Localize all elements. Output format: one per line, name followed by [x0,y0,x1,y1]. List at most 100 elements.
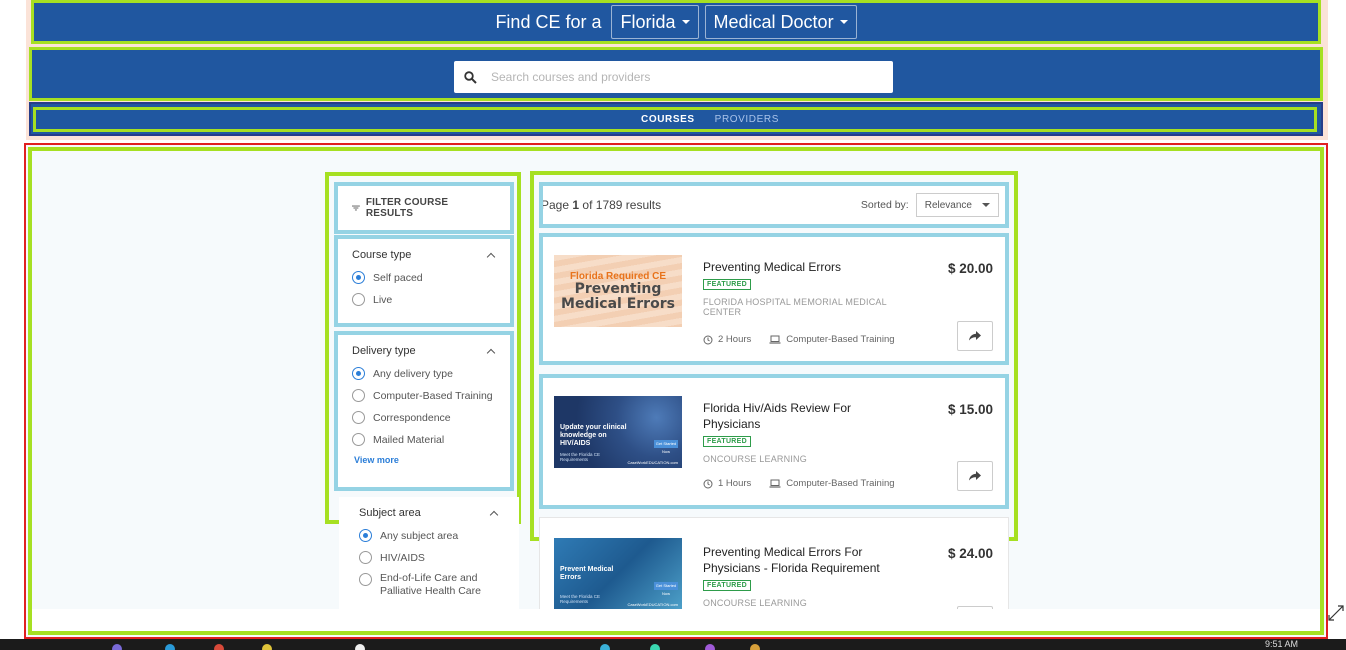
radio-hiv-aids[interactable]: HIV/AIDS [359,551,499,564]
filter-title: FILTER COURSE RESULTS [365,197,449,219]
provider-name[interactable]: FLORIDA HOSPITAL MEMORIAL MEDICAL CENTER [703,297,903,317]
course-format: Computer-Based Training [786,478,895,489]
course-price: $ 20.00 [947,261,993,276]
laptop-icon [769,479,781,488]
radio-unchecked-icon[interactable] [352,293,365,306]
thumb-title-line1: Preventing [574,280,662,297]
radio-label: Live [373,293,393,306]
radio-checked-icon[interactable] [352,271,365,284]
share-button[interactable] [957,321,993,351]
course-hours: 2 Hours [718,334,752,345]
chevron-up-icon [486,252,496,261]
thumb-button-graphic: Get Started Now [654,582,678,596]
resize-icon[interactable] [1327,604,1345,622]
radio-checked-icon[interactable] [359,529,372,542]
radio-mailed-material[interactable]: Mailed Material [352,433,496,446]
provider-name[interactable]: ONCOURSE LEARNING [703,598,903,608]
sort-value: Relevance [924,199,972,211]
radio-self-paced[interactable]: Self paced [352,271,496,284]
page-number: 1 [572,198,580,212]
taskbar-app-icon[interactable] [600,644,610,650]
course-thumbnail[interactable]: Update your clinical knowledge on HIV/AI… [554,396,682,468]
radio-label: Correspondence [373,411,451,424]
tab-providers[interactable]: PROVIDERS [715,114,779,125]
taskbar-app-icon[interactable] [112,644,122,650]
course-title[interactable]: Preventing Medical Errors [703,259,893,275]
taskbar-app-icon[interactable] [355,644,365,650]
taskbar-app-icon[interactable] [262,644,272,650]
course-meta: 1 Hours Computer-Based Training [703,478,895,489]
thumb-heading: Prevent Medical Errors [560,566,614,581]
radio-label: End-of-Life Care and Palliative Health C… [380,572,481,597]
course-meta: 2 Hours Computer-Based Training [703,334,895,345]
radio-any-subject[interactable]: Any subject area [359,529,499,542]
taskbar-app-icon[interactable] [705,644,715,650]
thumb-footer: CaseWorkEDUCATION.com [627,460,678,465]
search-input[interactable] [491,70,871,84]
radio-correspondence[interactable]: Correspondence [352,411,496,424]
delivery-type-toggle[interactable]: Delivery type [352,345,496,357]
course-card[interactable]: Update your clinical knowledge on HIV/AI… [539,374,1009,509]
course-thumbnail[interactable]: Florida Required CE Preventing Medical E… [554,255,682,327]
delivery-type-panel: Delivery type Any delivery type Computer… [334,331,514,491]
course-type-toggle[interactable]: Course type [352,249,496,261]
profession-select-value: Medical Doctor [713,11,834,32]
thumb-heading: Florida Required CE [569,270,667,282]
radio-label: Mailed Material [373,433,445,446]
radio-unchecked-icon[interactable] [352,389,365,402]
sort-select[interactable]: Relevance [915,193,999,217]
profession-select[interactable]: Medical Doctor [704,5,857,39]
header-region: Find CE for a Florida Medical Doctor COU… [26,0,1328,140]
radio-label: Any delivery type [373,367,453,380]
radio-label: Self paced [373,271,423,284]
radio-checked-icon[interactable] [352,367,365,380]
subject-area-title: Subject area [359,507,421,519]
course-type-title: Course type [352,249,412,261]
provider-name[interactable]: ONCOURSE LEARNING [703,454,903,464]
taskbar-app-icon[interactable] [750,644,760,650]
share-icon [969,331,981,341]
view-more-link[interactable]: View more [354,455,496,465]
main-inner: FILTER COURSE RESULTS Course type Self p… [28,147,1324,635]
thumb-title-line2: Medical Errors [561,295,675,312]
subject-area-toggle[interactable]: Subject area [359,507,499,519]
radio-computer-based[interactable]: Computer-Based Training [352,389,496,402]
radio-end-of-life[interactable]: End-of-Life Care and Palliative Health C… [359,572,499,598]
chevron-up-icon [486,348,496,357]
radio-unchecked-icon[interactable] [359,573,372,586]
results-total: 1789 results [595,198,662,212]
radio-unchecked-icon[interactable] [352,433,365,446]
clock-icon [703,335,713,344]
course-price: $ 15.00 [947,402,993,417]
caret-down-icon [839,20,848,24]
course-thumbnail[interactable]: Prevent Medical Errors Meet the Florida … [554,538,682,610]
search-box[interactable] [454,61,893,93]
find-ce-label: Find CE for a [495,11,602,32]
filter-icon [352,205,360,211]
content-bottom-edge [32,609,1320,631]
share-button[interactable] [957,461,993,491]
radio-unchecked-icon[interactable] [359,551,372,564]
caret-down-icon [681,20,690,24]
share-icon [969,471,981,481]
radio-unchecked-icon[interactable] [352,411,365,424]
clock-icon [703,479,713,488]
state-select[interactable]: Florida [611,5,699,39]
laptop-icon [769,335,781,344]
tab-courses[interactable]: COURSES [641,114,695,125]
taskbar-app-icon[interactable] [165,644,175,650]
taskbar-app-icon[interactable] [214,644,224,650]
radio-label: HIV/AIDS [380,551,425,564]
radio-live[interactable]: Live [352,293,496,306]
tabs-outer: COURSES PROVIDERS [29,102,1323,136]
course-title[interactable]: Florida Hiv/Aids Review For Physicians [703,400,893,432]
caret-down-icon [982,203,990,207]
thumb-subtitle: Meet the Florida CE Requirements [560,452,601,462]
radio-any-delivery[interactable]: Any delivery type [352,367,496,380]
page-prefix: Page [541,198,570,212]
main-content: FILTER COURSE RESULTS Course type Self p… [24,143,1328,639]
course-card[interactable]: Florida Required CE Preventing Medical E… [539,233,1009,365]
taskbar-app-icon[interactable] [650,644,660,650]
course-title[interactable]: Preventing Medical Errors For Physicians… [703,544,893,576]
taskbar-clock: 9:51 AM [1264,639,1298,649]
